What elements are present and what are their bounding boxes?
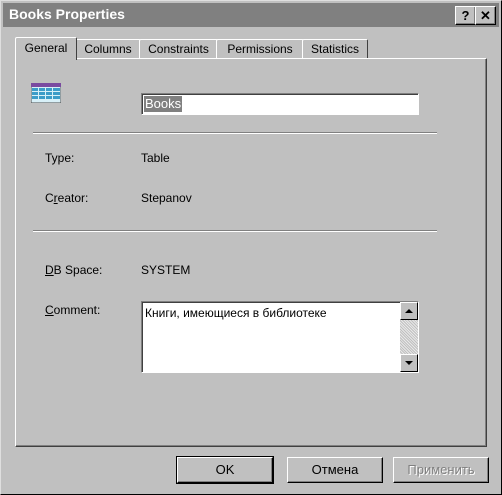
- dbspace-label-part: B Space:: [53, 263, 103, 277]
- scroll-down-button[interactable]: [400, 354, 418, 372]
- creator-label: Creator:: [45, 191, 88, 205]
- tab-columns[interactable]: Columns: [75, 39, 141, 58]
- apply-button[interactable]: Применить: [393, 457, 489, 483]
- dbspace-value: SYSTEM: [141, 263, 191, 277]
- comment-text: Книги, имеющиеся в библиотеке: [145, 306, 327, 320]
- tab-permissions[interactable]: Permissions: [216, 39, 304, 58]
- title-bar[interactable]: Books Properties ? ✕: [3, 3, 499, 27]
- table-icon: [31, 83, 61, 103]
- separator: [33, 230, 437, 232]
- table-name-input[interactable]: Books: [141, 93, 419, 115]
- tab-statistics[interactable]: Statistics: [302, 39, 368, 58]
- tab-constraints[interactable]: Constraints: [139, 39, 218, 58]
- separator: [33, 132, 437, 134]
- close-icon: ✕: [480, 8, 491, 23]
- type-label: Type:: [45, 151, 75, 165]
- creator-label-part: eator:: [57, 191, 89, 205]
- help-button[interactable]: ?: [455, 6, 476, 25]
- dbspace-label: DB Space:: [45, 263, 102, 277]
- close-button[interactable]: ✕: [475, 6, 496, 25]
- comment-label: Comment:: [45, 303, 100, 317]
- arrow-down-icon: [405, 361, 413, 365]
- comment-label-part: omment:: [53, 303, 101, 317]
- arrow-up-icon: [405, 309, 413, 313]
- comment-label-accel: C: [45, 303, 54, 317]
- cancel-button[interactable]: Отмена: [287, 457, 383, 483]
- comment-textarea[interactable]: Книги, имеющиеся в библиотеке: [141, 301, 419, 373]
- creator-value: Stepanov: [141, 191, 192, 205]
- dbspace-label-accel: D: [45, 263, 54, 277]
- comment-scrollbar[interactable]: [400, 302, 418, 372]
- table-name-value: Books: [144, 96, 183, 112]
- properties-dialog: Books Properties ? ✕ General Columns Con…: [0, 0, 502, 495]
- tab-general[interactable]: General: [15, 37, 77, 60]
- type-value: Table: [141, 151, 170, 165]
- window-title: Books Properties: [9, 6, 125, 22]
- help-icon: ?: [461, 8, 470, 23]
- creator-label-part: C: [45, 191, 54, 205]
- scroll-up-button[interactable]: [400, 302, 418, 320]
- general-tab-panel: [15, 58, 487, 447]
- ok-button[interactable]: OK: [176, 456, 274, 484]
